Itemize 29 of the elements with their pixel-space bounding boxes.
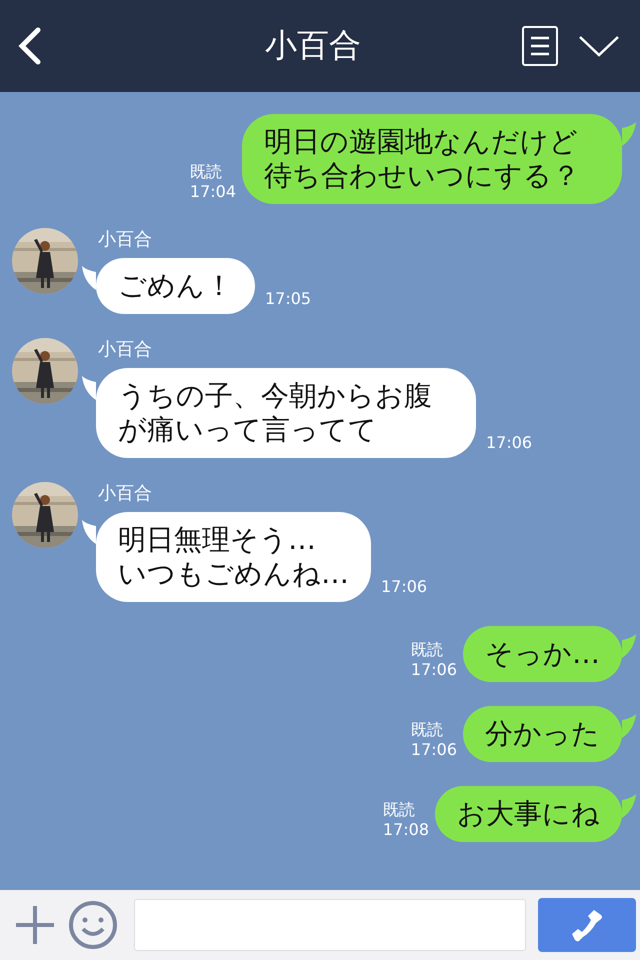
read-receipt: 既読 [382,800,415,820]
bubble-tail [82,376,96,402]
read-receipt: 既読 [410,720,443,740]
chevron-down-icon[interactable] [578,34,620,58]
smiley-icon[interactable] [68,900,118,950]
sender-name: 小百合 [98,338,153,362]
message-time: 17:05 [265,289,312,308]
bubble-tail [82,520,96,546]
bubble-tail [622,122,636,148]
read-receipt: 既読 [190,162,222,182]
message-time: 17:06 [410,660,457,680]
phone-icon [570,908,604,942]
message-input[interactable] [134,899,526,951]
bubble-tail [622,794,636,820]
message-time: 17:06 [486,433,532,452]
message-time: 17:04 [190,182,236,202]
read-receipt: 既読 [410,640,443,660]
message-time: 17:08 [382,820,429,840]
bubble-tail [622,714,636,740]
sender-name: 小百合 [98,482,153,506]
bubble-tail [622,634,636,660]
bubble-tail [82,266,96,292]
message-time: 17:06 [410,740,457,760]
message-time: 17:06 [381,577,428,596]
chat-title: 小百合 [264,25,362,66]
sender-name: 小百合 [98,228,153,252]
call-button[interactable] [538,898,636,952]
plus-icon[interactable] [14,904,56,946]
menu-icon[interactable] [522,26,558,66]
